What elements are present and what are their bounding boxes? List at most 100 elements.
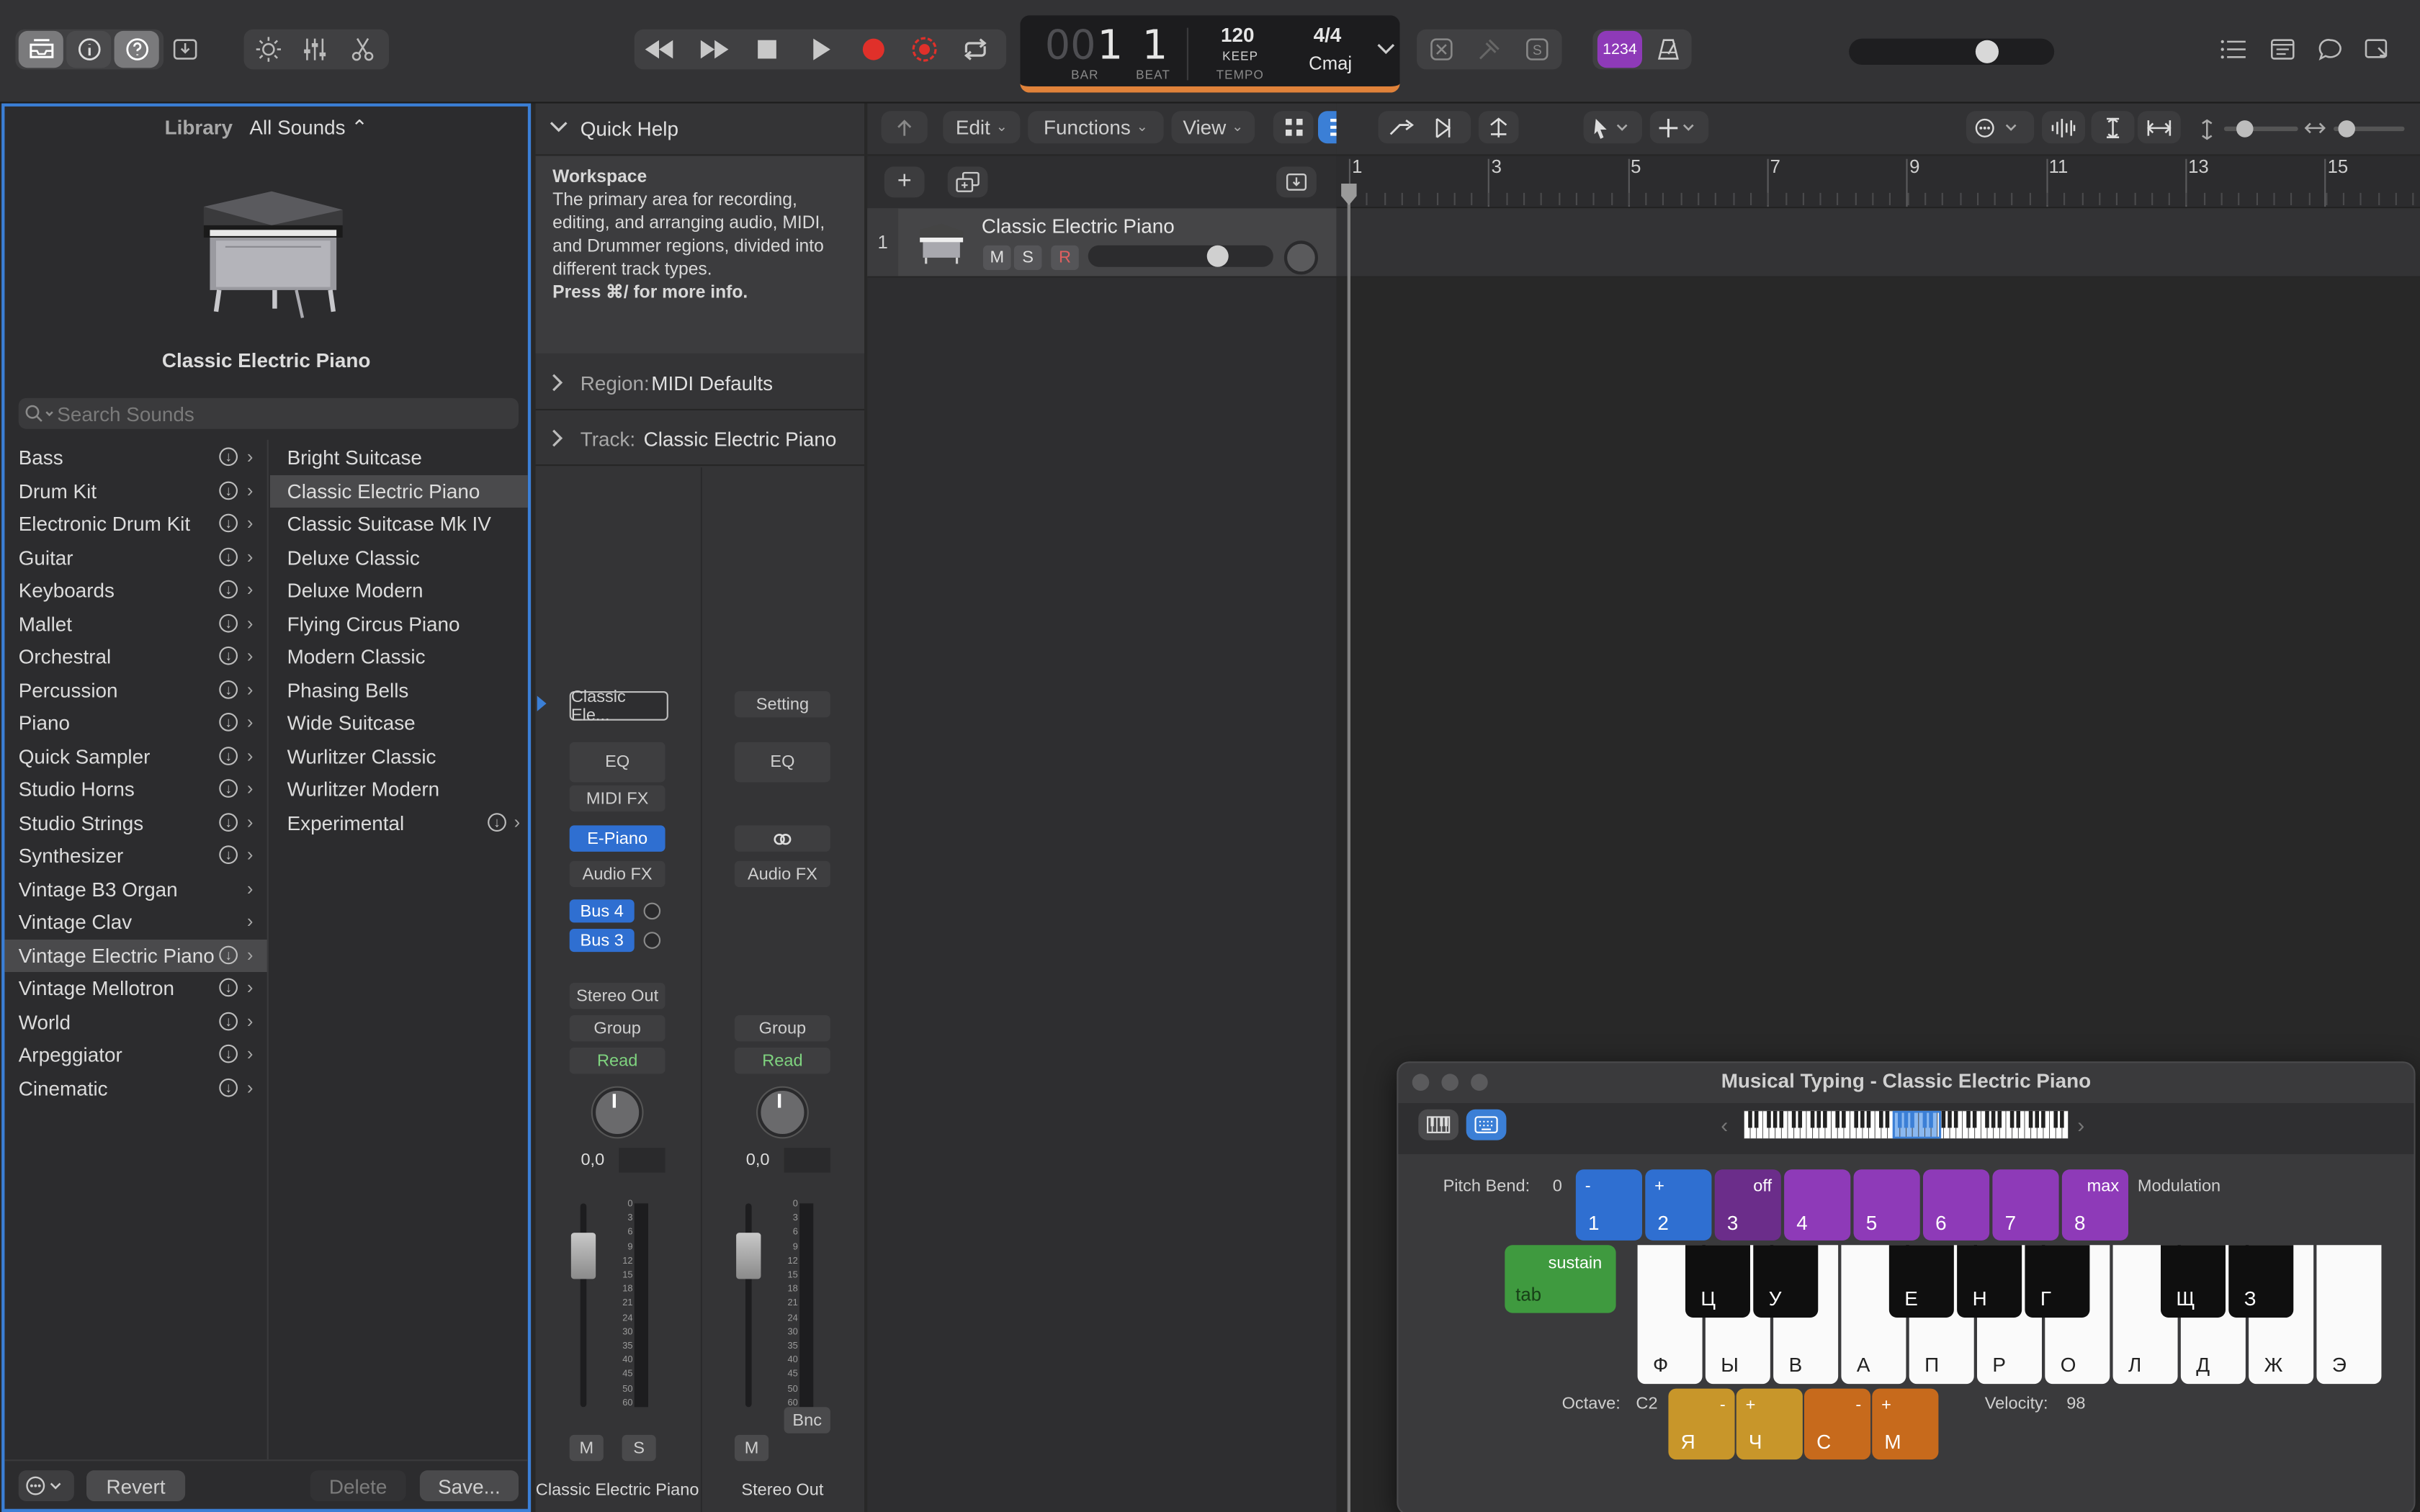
horizontal-auto-zoom-button[interactable]: [2137, 111, 2181, 144]
eq-button[interactable]: EQ: [734, 742, 830, 783]
action-menu-button[interactable]: [18, 1470, 74, 1501]
vertical-auto-zoom-button[interactable]: [2091, 111, 2135, 144]
download-icon[interactable]: ↓: [219, 546, 238, 566]
category-item[interactable]: Orchestral ↓ ›: [4, 640, 266, 672]
octave-left-chevron-icon[interactable]: ‹: [1721, 1112, 1728, 1137]
lcd-display[interactable]: 00 1 BAR 1 BEAT 120 KEEP TEMPO 4/4 Cmaj: [1020, 15, 1400, 93]
track-pan-knob[interactable]: [1283, 240, 1318, 275]
library-filter-popup[interactable]: All Sounds ⌃: [249, 116, 367, 139]
category-item[interactable]: Quick Sampler ↓ ›: [4, 740, 266, 773]
number-key[interactable]: 6: [1923, 1169, 1990, 1241]
grid-view-button[interactable]: [1273, 111, 1314, 144]
musical-typing-titlebar[interactable]: Musical Typing - Classic Electric Piano: [1398, 1063, 2414, 1105]
playhead-handle-icon[interactable]: [1340, 182, 1358, 207]
octave-right-chevron-icon[interactable]: ›: [2077, 1112, 2084, 1137]
setting-button[interactable]: Setting: [734, 691, 830, 718]
category-item[interactable]: Electronic Drum Kit ↓ ›: [4, 508, 266, 540]
waveform-zoom-button[interactable]: [2042, 111, 2085, 144]
download-icon[interactable]: ↓: [219, 845, 238, 864]
download-icon[interactable]: ↓: [219, 779, 238, 798]
low-latency-button[interactable]: [1422, 31, 1462, 68]
track-volume-slider[interactable]: [1088, 245, 1273, 267]
octave-key[interactable]: -Я: [1668, 1388, 1735, 1460]
download-icon[interactable]: ↓: [219, 1011, 238, 1030]
velocity-key[interactable]: -С: [1804, 1388, 1871, 1460]
left-click-tool-menu[interactable]: [1583, 111, 1642, 144]
output-slot[interactable]: Stereo Out: [569, 983, 666, 1009]
black-key[interactable]: Е: [1888, 1245, 1954, 1318]
send-level-knob[interactable]: [643, 902, 661, 920]
volume-fader[interactable]: [736, 1233, 761, 1279]
number-key[interactable]: max 8: [2061, 1169, 2128, 1241]
number-key[interactable]: 5: [1853, 1169, 1920, 1241]
download-icon[interactable]: ↓: [219, 1077, 238, 1097]
black-key[interactable]: Ц: [1685, 1245, 1750, 1318]
track-solo-button[interactable]: S: [1013, 245, 1042, 270]
track-mute-button[interactable]: M: [983, 245, 1011, 270]
keyboard-range-overview[interactable]: [1744, 1110, 2069, 1139]
editors-button[interactable]: [343, 31, 383, 68]
mute-button[interactable]: M: [734, 1434, 769, 1462]
patch-item[interactable]: Deluxe Classic: [270, 541, 528, 573]
audio-fx-slot[interactable]: Audio FX: [569, 860, 666, 888]
category-item[interactable]: Piano ↓ ›: [4, 706, 266, 739]
category-item[interactable]: World ↓ ›: [4, 1005, 266, 1038]
download-icon[interactable]: ↓: [219, 480, 238, 500]
category-item[interactable]: Vintage B3 Organ ›: [4, 873, 266, 905]
black-key[interactable]: Н: [1957, 1245, 2022, 1318]
playhead[interactable]: [1347, 185, 1350, 1512]
sustain-key[interactable]: sustain tab: [1505, 1245, 1616, 1313]
category-item[interactable]: Bass ↓ ›: [4, 441, 266, 474]
patch-item[interactable]: Wide Suitcase: [270, 706, 528, 739]
velocity-key[interactable]: + М: [1872, 1388, 1939, 1460]
category-item[interactable]: Studio Strings ↓ ›: [4, 806, 266, 839]
category-item[interactable]: Cinematic ↓ ›: [4, 1071, 266, 1104]
audio-fx-slot[interactable]: Audio FX: [734, 860, 830, 888]
master-volume-slider[interactable]: [1849, 38, 2055, 65]
category-item[interactable]: Keyboards ↓ ›: [4, 574, 266, 606]
patch-item[interactable]: Deluxe Modern: [270, 574, 528, 606]
download-icon[interactable]: ↓: [219, 712, 238, 732]
flex-button[interactable]: [1478, 111, 1519, 144]
black-key[interactable]: Щ: [2161, 1245, 2226, 1318]
patch-item[interactable]: Classic Electric Piano: [270, 474, 528, 507]
category-item[interactable]: Vintage Electric Piano ↓ ›: [4, 938, 267, 971]
patch-item[interactable]: Phasing Bells: [270, 673, 528, 706]
number-key[interactable]: off 3: [1714, 1169, 1781, 1241]
download-icon[interactable]: ↓: [219, 513, 238, 533]
download-icon[interactable]: ↓: [488, 812, 506, 831]
keyboard-mode-button[interactable]: [1418, 1109, 1458, 1140]
library-button[interactable]: [18, 30, 63, 68]
black-key[interactable]: У: [1753, 1245, 1819, 1318]
number-key[interactable]: 7: [1992, 1169, 2059, 1241]
send-slot[interactable]: Bus 4: [569, 899, 635, 923]
lcd-menu-button[interactable]: [1372, 31, 1400, 68]
automation-mode-button[interactable]: Read: [734, 1048, 830, 1074]
group-slot[interactable]: Group: [734, 1015, 830, 1042]
volume-value[interactable]: 0,0: [735, 1148, 781, 1172]
patch-item[interactable]: Bright Suitcase: [270, 441, 528, 474]
number-key[interactable]: +2: [1645, 1169, 1712, 1241]
download-icon[interactable]: ↓: [219, 945, 238, 964]
track-header[interactable]: 1 Classic Electric Piano M S R: [867, 208, 1337, 278]
delete-button[interactable]: Delete: [310, 1470, 406, 1501]
download-icon[interactable]: ↓: [219, 646, 238, 665]
patch-item[interactable]: Wurlitzer Modern: [270, 773, 528, 806]
group-slot[interactable]: Group: [569, 1015, 666, 1042]
solo-button[interactable]: S: [622, 1434, 656, 1462]
volume-fader[interactable]: [570, 1233, 596, 1279]
notepad-button[interactable]: [2262, 31, 2303, 68]
track-volume-knob[interactable]: [1206, 245, 1229, 267]
browsers-button[interactable]: [2358, 31, 2398, 68]
record-button[interactable]: [853, 31, 894, 68]
category-item[interactable]: Mallet ↓ ›: [4, 607, 266, 639]
ruler[interactable]: 1 3 5 7 9 11 13 15: [1336, 156, 2420, 209]
stop-button[interactable]: [747, 31, 787, 68]
collapse-button[interactable]: [1276, 166, 1317, 198]
replace-button[interactable]: S: [1517, 31, 1557, 68]
patch-item[interactable]: Classic Suitcase Mk IV: [270, 508, 528, 540]
track-inspector-header[interactable]: Track: Classic Electric Piano: [535, 410, 864, 467]
save-button[interactable]: Save...: [419, 1470, 519, 1501]
quick-help-button[interactable]: [114, 30, 159, 68]
loop-browser-button[interactable]: [2311, 31, 2351, 68]
